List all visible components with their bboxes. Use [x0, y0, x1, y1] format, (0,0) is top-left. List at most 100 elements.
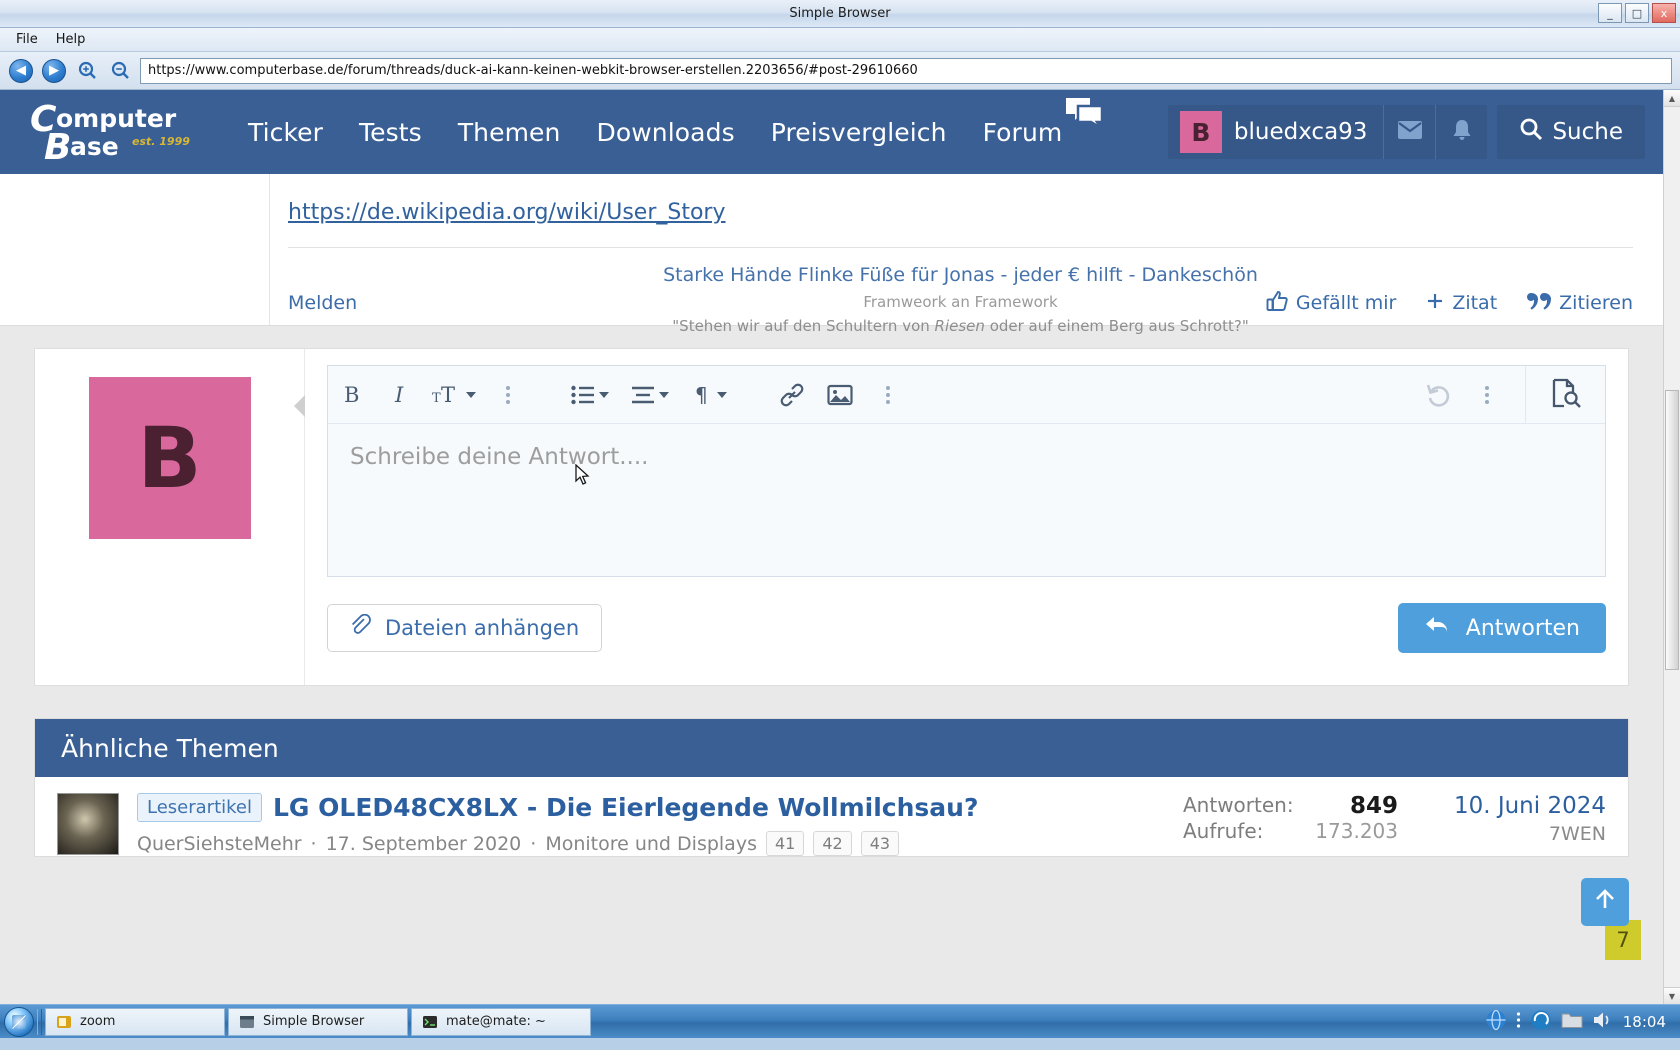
thread-stats: Antworten: 849 Aufrufe: 173.203 [1183, 793, 1398, 856]
zoom-in-icon [77, 60, 98, 81]
header-right: B bluedxca93 Suche [1167, 105, 1645, 159]
scroll-down-arrow-icon[interactable]: ▼ [1664, 987, 1680, 1004]
inbox-button[interactable] [1383, 105, 1435, 159]
window-controls: _ □ x [1598, 3, 1676, 23]
link-icon[interactable] [773, 375, 811, 415]
italic-icon[interactable]: I [381, 375, 419, 415]
font-size-icon[interactable]: TT [429, 375, 479, 415]
bell-icon [1451, 118, 1473, 147]
submit-reply-label: Antworten [1465, 615, 1580, 641]
notifications-button[interactable] [1435, 105, 1487, 159]
taskbar-item-label: mate@mate: ~ [446, 1014, 546, 1029]
scrollbar-thumb[interactable] [1665, 390, 1679, 670]
svg-text:est. 1999: est. 1999 [132, 135, 190, 148]
chat-bubble-icon [1064, 96, 1104, 134]
like-button[interactable]: Gefällt mir [1266, 290, 1396, 317]
page-scrollbar[interactable]: ▲ ▼ [1663, 90, 1680, 1004]
nav-item-preisvergleich[interactable]: Preisvergleich [753, 118, 965, 147]
nav-item-themen[interactable]: Themen [440, 118, 579, 147]
menu-help[interactable]: Help [48, 30, 94, 49]
submit-reply-button[interactable]: Antworten [1397, 603, 1606, 653]
editor-frame: B I TT ¶ Schreibe deine Antwort.... [327, 365, 1606, 577]
align-icon[interactable] [625, 375, 675, 415]
envelope-icon [1397, 120, 1423, 144]
start-orb-icon[interactable] [4, 1006, 34, 1037]
thread-forum[interactable]: Monitore und Displays [545, 833, 757, 855]
globe-icon[interactable] [1485, 1009, 1507, 1035]
meta-dot-1: · [310, 832, 317, 855]
report-button[interactable]: Melden [288, 292, 357, 314]
zoom-in-button[interactable] [74, 58, 100, 84]
zoom-app-icon [56, 1014, 72, 1030]
svg-text:omputer: omputer [56, 104, 177, 133]
more-vertical-icon[interactable] [1516, 1011, 1521, 1033]
scroll-up-arrow-icon[interactable]: ▲ [1664, 90, 1680, 107]
last-post-date[interactable]: 10. Juni 2024 [1416, 793, 1606, 819]
site-header: C omputer B ase est. 1999 Ticker Tests T… [0, 90, 1663, 174]
bullet-list-icon[interactable] [565, 375, 615, 415]
image-icon[interactable] [821, 375, 859, 415]
svg-text:I: I [394, 383, 404, 407]
bold-icon[interactable]: B [333, 375, 371, 415]
taskbar-item-label: zoom [80, 1014, 116, 1029]
firefox-icon[interactable] [1530, 1009, 1552, 1035]
list-item[interactable]: Leserartikel LG OLED48CX8LX - Die Eierle… [35, 777, 1628, 856]
taskbar-item-zoom[interactable]: zoom [45, 1007, 225, 1036]
reply-avatar-column: B [35, 349, 305, 685]
thread-meta: QuerSiehsteMehr · 17. September 2020 · M… [137, 831, 1165, 856]
search-button[interactable]: Suche [1497, 105, 1645, 159]
menu-file[interactable]: File [8, 30, 46, 49]
add-quote-button[interactable]: Zitat [1426, 292, 1497, 315]
thread-date: 17. September 2020 [325, 832, 522, 855]
nav-item-downloads[interactable]: Downloads [579, 118, 753, 147]
zoom-out-button[interactable] [107, 58, 133, 84]
reply-textarea[interactable]: Schreibe deine Antwort.... [328, 424, 1605, 576]
forward-arrow-icon: ▶ [42, 58, 66, 83]
folder-icon[interactable] [1561, 1010, 1583, 1034]
back-button[interactable]: ◀ [8, 58, 34, 84]
chevron-down-icon [599, 391, 609, 398]
user-menu[interactable]: B bluedxca93 [1167, 105, 1488, 159]
toolbar-right-group [1415, 375, 1511, 415]
browser-toolbar: ◀ ▶ https://www.computerbase.de/forum/th… [0, 52, 1680, 90]
nav-item-tests[interactable]: Tests [341, 118, 440, 147]
page-link-42[interactable]: 42 [813, 831, 852, 856]
zoom-out-icon [110, 60, 131, 81]
page-link-41[interactable]: 41 [765, 831, 805, 856]
taskbar-item-label: Simple Browser [263, 1014, 365, 1029]
taskbar-item-simple-browser[interactable]: Simple Browser [228, 1007, 408, 1036]
maximize-button[interactable]: □ [1625, 3, 1649, 23]
url-input[interactable]: https://www.computerbase.de/forum/thread… [140, 57, 1672, 84]
preview-button[interactable] [1525, 365, 1605, 424]
thread-title[interactable]: LG OLED48CX8LX - Die Eierlegende Wollmil… [273, 793, 978, 822]
more-vertical-icon[interactable] [489, 375, 527, 415]
post-content-link[interactable]: https://de.wikipedia.org/wiki/User_Story [288, 200, 726, 225]
quote-button[interactable]: Zitieren [1527, 291, 1633, 316]
thread-title-row: Leserartikel LG OLED48CX8LX - Die Eierle… [137, 793, 1165, 822]
volume-icon[interactable] [1592, 1010, 1614, 1034]
editor-column: B I TT ¶ Schreibe deine Antwort.... Date… [305, 349, 1628, 685]
taskbar-item-terminal[interactable]: mate@mate: ~ [411, 1007, 591, 1036]
more-vertical-icon[interactable] [869, 375, 907, 415]
nav-item-ticker[interactable]: Ticker [230, 118, 341, 147]
paragraph-icon[interactable]: ¶ [685, 375, 735, 415]
page-link-43[interactable]: 43 [860, 831, 900, 856]
window-title: Simple Browser [789, 6, 891, 21]
nav-item-forum[interactable]: Forum [965, 118, 1081, 147]
svg-text:¶: ¶ [695, 383, 708, 407]
last-post-user[interactable]: 7WEN [1416, 823, 1606, 845]
site-logo[interactable]: C omputer B ase est. 1999 [28, 95, 206, 169]
attach-files-button[interactable]: Dateien anhängen [327, 604, 603, 652]
close-button[interactable]: x [1652, 3, 1676, 23]
post-action-group: Gefällt mir Zitat Zitieren [1266, 290, 1633, 317]
web-page: C omputer B ase est. 1999 Ticker Tests T… [0, 90, 1663, 1004]
more-vertical-icon[interactable] [1468, 375, 1506, 415]
thread-author[interactable]: QuerSiehsteMehr [137, 833, 302, 855]
minimize-button[interactable]: _ [1598, 3, 1622, 23]
undo-icon[interactable] [1420, 375, 1458, 415]
chevron-down-icon [466, 391, 476, 398]
replies-stat: Antworten: 849 [1183, 793, 1398, 819]
thread-tag[interactable]: Leserartikel [137, 793, 262, 822]
forward-button[interactable]: ▶ [41, 58, 67, 84]
scroll-to-top-button[interactable] [1581, 878, 1629, 926]
